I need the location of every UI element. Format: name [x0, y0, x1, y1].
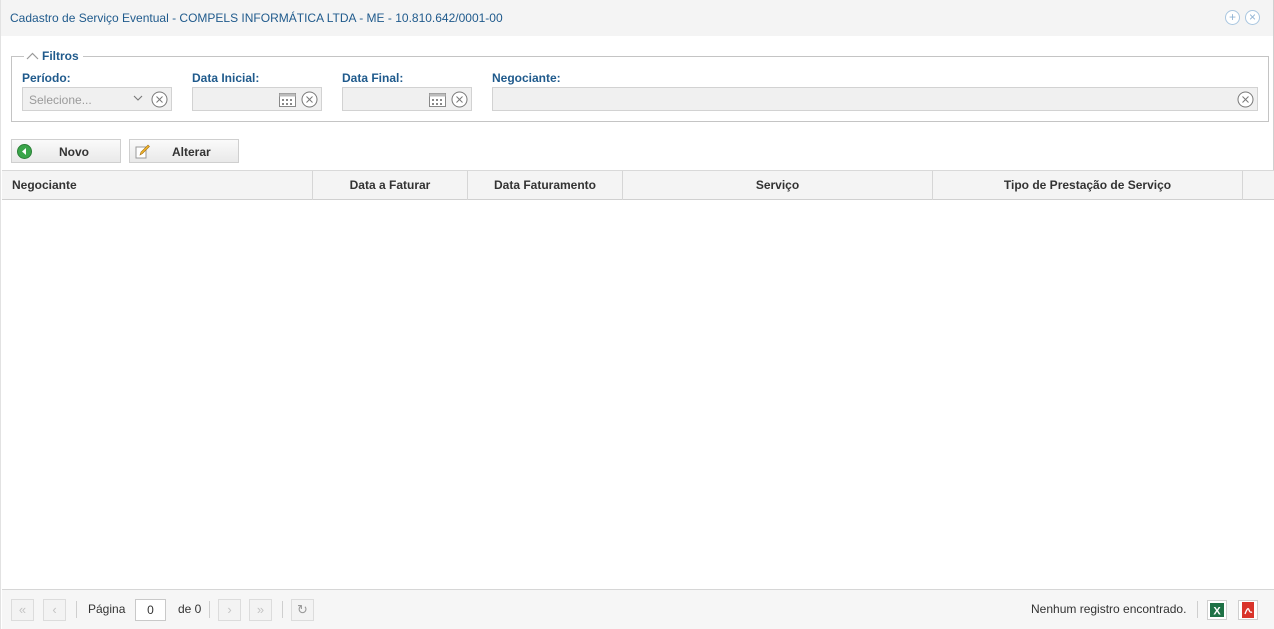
calendar-icon[interactable]	[279, 92, 296, 107]
excel-icon[interactable]: X	[1207, 600, 1227, 620]
page-number-input[interactable]: 0	[135, 599, 166, 621]
pdf-glyph-icon	[1242, 602, 1254, 618]
status-text: Nenhum registro encontrado.	[1031, 602, 1187, 616]
pager-separator	[209, 601, 210, 618]
data-final-label: Data Final:	[342, 71, 404, 85]
filters-fieldset: Filtros Período: Selecione... Data Inici…	[11, 49, 1269, 122]
calendar-icon[interactable]	[429, 92, 446, 107]
title-bar: Cadastro de Serviço Eventual - COMPELS I…	[1, 0, 1273, 36]
clear-data-final-icon[interactable]	[451, 91, 468, 108]
clear-periodo-icon[interactable]	[151, 91, 168, 108]
data-final-input[interactable]	[342, 87, 472, 111]
page-total-label: de 0	[178, 602, 202, 616]
column-header-data-faturamento[interactable]: Data Faturamento	[468, 171, 623, 200]
alterar-button[interactable]: Alterar	[129, 139, 239, 163]
periodo-select[interactable]: Selecione...	[22, 87, 172, 111]
data-inicial-input[interactable]	[192, 87, 322, 111]
page-label: Página	[88, 602, 126, 616]
excel-glyph-icon: X	[1210, 603, 1224, 618]
pdf-icon[interactable]	[1238, 600, 1258, 620]
refresh-icon[interactable]: ↻	[291, 599, 314, 621]
filters-legend[interactable]: Filtros	[24, 49, 83, 63]
column-header-data-a-faturar[interactable]: Data a Faturar	[313, 171, 468, 200]
pager: « ‹ Página 0 de 0 › » ↻ Nenhum registro …	[2, 589, 1274, 629]
last-page-icon[interactable]: »	[249, 599, 272, 621]
column-header-servico[interactable]: Serviço	[623, 171, 933, 200]
pager-separator	[76, 601, 77, 618]
previous-page-icon[interactable]: ‹	[43, 599, 66, 621]
negociante-label: Negociante:	[492, 71, 561, 85]
window-title: Cadastro de Serviço Eventual - COMPELS I…	[10, 11, 503, 25]
plus-circle-icon[interactable]: +	[1225, 10, 1240, 25]
chevron-up-icon	[26, 52, 39, 60]
svg-text:X: X	[1213, 606, 1221, 618]
edit-pencil-icon	[135, 144, 150, 159]
negociante-input[interactable]	[492, 87, 1258, 111]
chevron-down-icon[interactable]	[133, 92, 143, 104]
column-header-tipo-prestacao[interactable]: Tipo de Prestação de Serviço	[933, 171, 1243, 200]
close-circle-icon[interactable]: ×	[1245, 10, 1260, 25]
pager-separator	[282, 601, 283, 618]
next-page-icon[interactable]: ›	[218, 599, 241, 621]
periodo-placeholder: Selecione...	[29, 93, 92, 107]
add-circle-icon	[17, 144, 32, 159]
grid-body	[2, 200, 1274, 589]
data-inicial-label: Data Inicial:	[192, 71, 260, 85]
pager-separator	[1197, 601, 1198, 618]
clear-negociante-icon[interactable]	[1237, 91, 1254, 108]
window: Cadastro de Serviço Eventual - COMPELS I…	[0, 0, 1274, 629]
alterar-button-label: Alterar	[172, 145, 211, 159]
grid-header: Negociante Data a Faturar Data Faturamen…	[2, 170, 1274, 200]
first-page-icon[interactable]: «	[11, 599, 34, 621]
periodo-label: Período:	[22, 71, 71, 85]
novo-button[interactable]: Novo	[11, 139, 121, 163]
filters-legend-label: Filtros	[42, 49, 79, 63]
column-header-negociante[interactable]: Negociante	[2, 171, 313, 200]
novo-button-label: Novo	[59, 145, 89, 159]
clear-data-inicial-icon[interactable]	[301, 91, 318, 108]
